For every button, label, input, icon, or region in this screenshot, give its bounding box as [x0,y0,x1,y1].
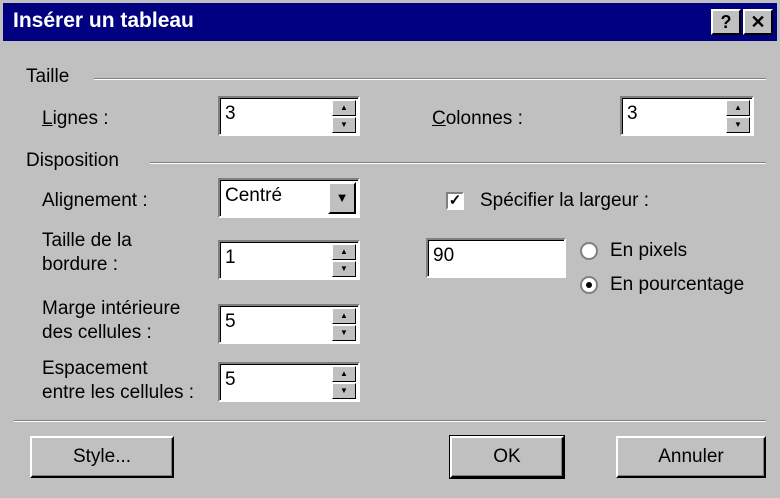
spin-up-icon[interactable]: ▲ [332,308,356,324]
marge-value: 5 [225,311,236,332]
radio-selected-dot [586,282,592,288]
group-disposition-label: Disposition [26,150,119,171]
group-disposition-divider [150,162,766,164]
lignes-value: 3 [225,103,236,124]
alignement-select[interactable]: Centré ▼ [218,178,360,218]
help-button[interactable]: ? [711,9,741,35]
spin-down-icon[interactable]: ▼ [332,325,356,341]
bordure-label-line2: bordure : [42,254,119,275]
spin-up-icon[interactable]: ▲ [332,366,356,382]
largeur-value: 90 [433,245,455,266]
group-taille-label: Taille [26,66,70,87]
colonnes-label: Colonnes : [432,108,523,129]
colonnes-input[interactable]: 3 ▲ ▼ [620,96,754,136]
spin-down-icon[interactable]: ▼ [332,261,356,277]
espacement-input[interactable]: 5 ▲ ▼ [218,362,360,402]
bordure-input[interactable]: 1 ▲ ▼ [218,240,360,280]
footer-divider [14,420,766,422]
style-button[interactable]: Style... [30,436,174,478]
spin-down-icon[interactable]: ▼ [332,117,356,133]
spin-up-icon[interactable]: ▲ [332,100,356,116]
espacement-label-line1: Espacement [42,358,148,379]
colonnes-value: 3 [627,103,638,124]
marge-label-line2: des cellules : [42,322,152,343]
close-button[interactable]: ✕ [743,9,773,35]
pixels-label[interactable]: En pixels [610,240,687,262]
largeur-label[interactable]: Spécifier la largeur : [480,190,649,212]
marge-input[interactable]: 5 ▲ ▼ [218,304,360,344]
radio-pixels[interactable] [580,242,598,260]
lignes-label: Lignes : [42,108,109,129]
spin-down-icon[interactable]: ▼ [726,117,750,133]
espacement-label-line2: entre les cellules : [42,382,195,403]
close-icon: ✕ [750,12,766,32]
alignement-value: Centré [225,185,283,206]
ok-button[interactable]: OK [449,435,565,479]
checkmark-icon: ✓ [448,192,462,209]
spin-up-icon[interactable]: ▲ [726,100,750,116]
window-title: Insérer un tableau [13,9,194,32]
radio-pourcentage[interactable] [580,276,598,294]
marge-label-line1: Marge intérieure [42,298,181,319]
alignement-label: Alignement : [42,190,148,211]
annuler-button[interactable]: Annuler [616,436,766,478]
spin-up-icon[interactable]: ▲ [332,244,356,260]
title-bar: Insérer un tableau ? ✕ [3,3,777,41]
group-taille-divider [94,78,766,80]
pourcentage-label[interactable]: En pourcentage [610,274,744,296]
largeur-input[interactable]: 90 [426,238,566,278]
bordure-label-line1: Taille de la [42,230,132,251]
bordure-value: 1 [225,247,236,268]
lignes-input[interactable]: 3 ▲ ▼ [218,96,360,136]
dropdown-arrow-icon[interactable]: ▼ [328,182,356,214]
spin-down-icon[interactable]: ▼ [332,383,356,399]
largeur-checkbox[interactable]: ✓ [446,192,464,210]
espacement-value: 5 [225,369,236,390]
